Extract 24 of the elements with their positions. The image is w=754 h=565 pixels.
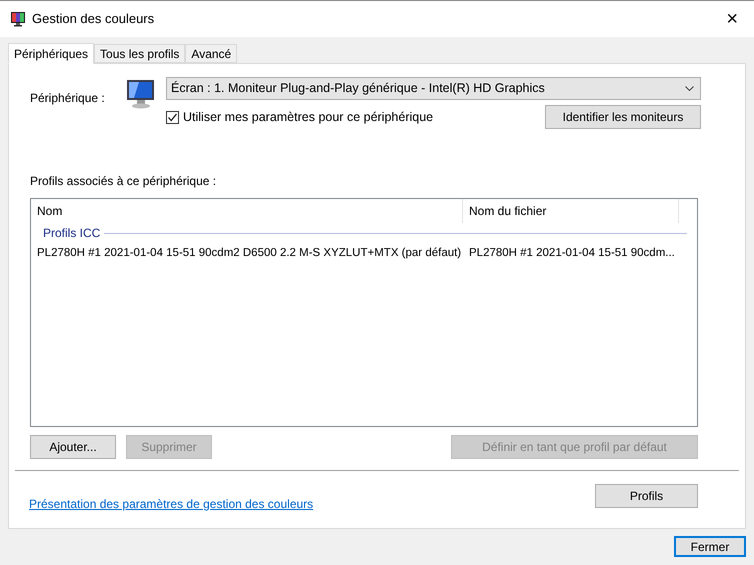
checkbox-label: Utiliser mes paramètres pour ce périphérique [183,108,434,126]
tab[interactable]: Périphériques [8,43,94,64]
help-link[interactable]: Présentation des paramètres de gestion des couleurs [29,495,314,513]
table-cell-text: PL2780H #1 2021-01-04 15-51 90cdm... [468,246,675,262]
profiles-label: Profils associés à ce périphérique : [29,173,218,190]
column-header[interactable]: Nom [31,199,463,223]
chevron-down-icon [685,86,694,91]
device-dropdown[interactable]: Écran : 1. Moniteur Plug-and-Play générique - Intel(R) HD Graphics [166,77,701,100]
close-dialog-button[interactable]: Fermer [674,536,746,557]
profiles-button[interactable]: Profils [595,484,698,508]
identify-monitors-button[interactable]: Identifier les moniteurs [545,105,701,129]
monitor-icon [10,11,26,27]
column-header[interactable]: Nom du fichier [463,199,679,223]
group-header: Profils ICC [43,225,100,242]
device-value: Écran : 1. Moniteur Plug-and-Play générique - Intel(R) HD Graphics [171,80,545,98]
tab[interactable]: Tous les profils [94,44,186,63]
window-title: Gestion des couleurs [32,10,154,28]
checkbox[interactable] [166,110,179,124]
device-label: Périphérique : [30,90,106,107]
tab[interactable]: Avancé [185,44,238,63]
close-button[interactable]: × [720,9,744,29]
add-button[interactable]: Ajouter... [30,435,116,459]
table-cell-text: PL2780H #1 2021-01-04 15-51 90cdm2 D6500 2.2 M-S XYZLUT+MTX (par défaut) [36,246,462,262]
monitor-icon [126,78,156,110]
